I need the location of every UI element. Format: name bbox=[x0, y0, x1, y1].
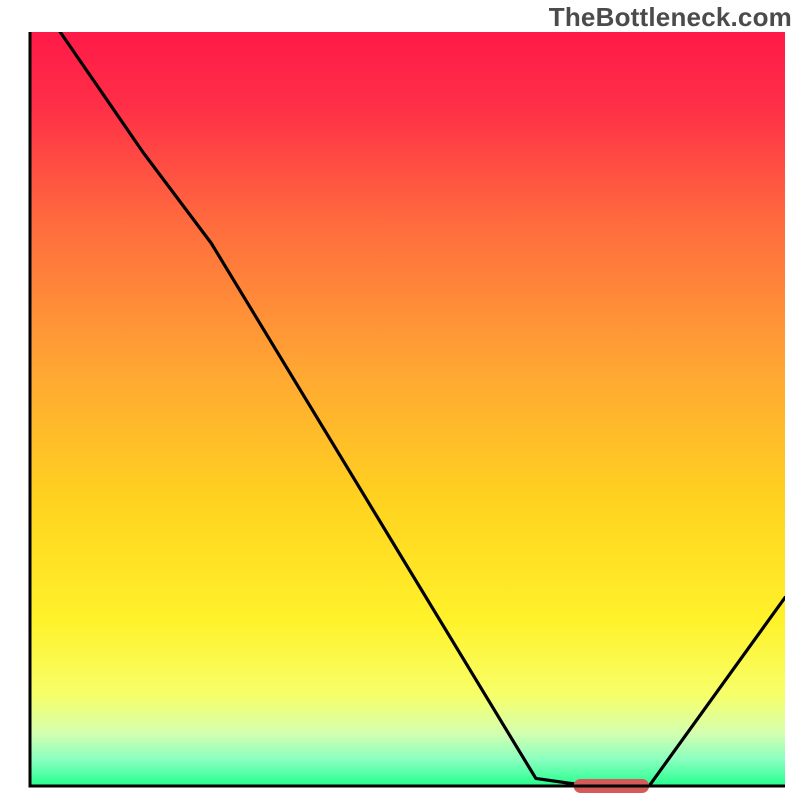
chart-container: TheBottleneck.com bbox=[0, 0, 800, 800]
bottleneck-chart bbox=[0, 0, 800, 800]
watermark-text: TheBottleneck.com bbox=[549, 2, 792, 33]
plot-background bbox=[30, 32, 785, 786]
